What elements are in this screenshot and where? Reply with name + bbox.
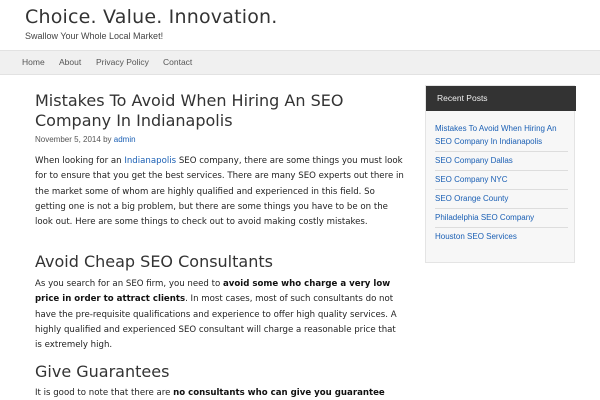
recent-post-divider: [435, 170, 568, 171]
site-header: Choice. Value. Innovation. Swallow Your …: [0, 0, 600, 50]
recent-post-divider: [435, 227, 568, 228]
nav-item-about[interactable]: About: [59, 51, 81, 74]
main-navigation: Home About Privacy Policy Contact: [0, 50, 600, 75]
guarantees-text-start: It is good to note that there are: [35, 388, 174, 398]
post-by-label: by: [103, 135, 112, 144]
guarantees-paragraph: It is good to note that there are no con…: [35, 386, 405, 400]
section-heading-guarantees: Give Guarantees: [35, 362, 170, 381]
intro-text-start: When looking for an: [35, 156, 125, 166]
recent-post-link-philadelphia[interactable]: Philadelphia SEO Company: [435, 211, 570, 224]
main-content: Mistakes To Avoid When Hiring An SEO Com…: [25, 75, 410, 400]
intro-paragraph: When looking for an Indianapolis SEO com…: [35, 154, 405, 230]
recent-post-link-dallas[interactable]: SEO Company Dallas: [435, 154, 570, 167]
site-tagline: Swallow Your Whole Local Market!: [25, 31, 164, 41]
nav-item-home[interactable]: Home: [22, 51, 45, 74]
indianapolis-link[interactable]: Indianapolis: [124, 156, 176, 166]
intro-text-rest: SEO company, there are some things you m…: [35, 156, 404, 228]
nav-item-privacy-policy[interactable]: Privacy Policy: [96, 51, 149, 74]
guarantees-bold-text: no consultants who can give you guarante…: [173, 388, 385, 398]
recent-posts-title: Recent Posts: [426, 86, 576, 111]
sidebar-recent-posts-widget: Recent Posts Mistakes To Avoid When Hiri…: [425, 85, 576, 263]
post-author-link[interactable]: admin: [114, 135, 136, 144]
recent-post-link-houston[interactable]: Houston SEO Services: [435, 230, 570, 243]
section-heading-cheap-consultants: Avoid Cheap SEO Consultants: [35, 252, 273, 271]
post-date: November 5, 2014: [35, 135, 101, 144]
site-title[interactable]: Choice. Value. Innovation.: [25, 6, 278, 28]
recent-post-link-nyc[interactable]: SEO Company NYC: [435, 173, 570, 186]
recent-post-divider: [435, 208, 568, 209]
post-title[interactable]: Mistakes To Avoid When Hiring An SEO Com…: [35, 91, 405, 131]
nav-item-contact[interactable]: Contact: [163, 51, 192, 74]
post-meta: November 5, 2014 by admin: [35, 135, 136, 144]
cheap-consultants-text-start: As you search for an SEO firm, you need …: [35, 279, 223, 289]
recent-post-link-indianapolis[interactable]: Mistakes To Avoid When Hiring An SEO Com…: [435, 122, 570, 148]
recent-post-divider: [435, 151, 568, 152]
cheap-consultants-paragraph: As you search for an SEO firm, you need …: [35, 277, 405, 353]
recent-post-divider: [435, 189, 568, 190]
recent-post-link-orange-county[interactable]: SEO Orange County: [435, 192, 570, 205]
